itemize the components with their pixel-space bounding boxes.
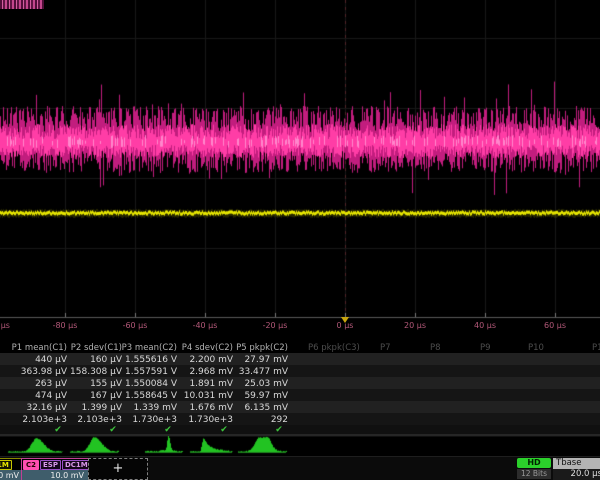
param-value: 167 µV (90, 391, 122, 401)
channel-c2-name-badge: C2 (23, 460, 39, 470)
time-axis-label: -40 µs (193, 321, 218, 330)
param-value: 33.477 mV (239, 367, 288, 377)
param-value: 363.98 µV (21, 367, 67, 377)
param-value: 1.676 mV (189, 403, 233, 413)
channel-c2-esp-badge: ESP (40, 460, 61, 470)
param-header-inactive[interactable]: P8 (430, 343, 441, 353)
add-trace-button[interactable]: + (88, 458, 148, 480)
resolution-bits-label: 12 Bits (517, 469, 551, 479)
param-value: 1.891 mV (189, 379, 233, 389)
param-value: 158.308 µV (70, 367, 122, 377)
timebase-scale: 20.0 µs (553, 469, 600, 480)
time-axis-label: 20 µs (404, 321, 426, 330)
param-header-inactive[interactable]: P10 (528, 343, 544, 353)
hd-mode-badge[interactable]: HD (517, 458, 551, 468)
channel-c1-header: C1 DC1M (0, 459, 23, 470)
param-value: 263 µV (35, 379, 67, 389)
param-value: 1.558645 V (125, 391, 177, 401)
param-value: 1.557591 V (125, 367, 177, 377)
param-header[interactable]: P1 mean(C1) (12, 343, 67, 353)
param-value: 6.135 mV (244, 403, 288, 413)
param-value: 1.550084 V (125, 379, 177, 389)
channel-c1-scale: 10.0 mV (0, 470, 23, 480)
param-value: 32.16 µV (26, 403, 67, 413)
param-header[interactable]: P5 pkpk(C2) (236, 343, 288, 353)
param-value: 59.97 mV (244, 391, 288, 401)
time-axis-label: -20 µs (263, 321, 288, 330)
measure-table: P1 mean(C1) 440 µV 363.98 µV 263 µV 474 µV 32… (0, 340, 600, 436)
param-value: 1.730e+3 (132, 415, 177, 425)
timebase-title: Tbase (553, 458, 600, 469)
oscilloscope-screen: -100 µs-80 µs-60 µs-40 µs-20 µs0 µs20 µs… (0, 0, 600, 480)
param-value: 155 µV (90, 379, 122, 389)
param-value: 2.103e+3 (22, 415, 67, 425)
param-value: 474 µV (35, 391, 67, 401)
time-axis-label: -60 µs (123, 321, 148, 330)
bottom-bar: C1 DC1M 10.0 mV C2 ESP DC1M 10.0 mV + HD… (0, 456, 600, 480)
param-value: 1.555616 V (125, 355, 177, 365)
param-value: 292 (271, 415, 288, 425)
param-value: 25.03 mV (244, 379, 288, 389)
param-header[interactable]: P4 sdev(C2) (182, 343, 233, 353)
time-axis: -100 µs-80 µs-60 µs-40 µs-20 µs0 µs20 µs… (0, 321, 600, 333)
channel-c2-header: C2 ESP DC1M (22, 459, 88, 470)
param-value: 440 µV (35, 355, 67, 365)
param-value: 10.031 mV (184, 391, 233, 401)
param-value: 1.339 mV (133, 403, 177, 413)
param-value: 27.97 mV (244, 355, 288, 365)
time-axis-label: 60 µs (544, 321, 566, 330)
param-value: 1.399 µV (81, 403, 122, 413)
param-header-inactive[interactable]: P9 (480, 343, 491, 353)
param-header[interactable]: P2 sdev(C1) (71, 343, 122, 353)
channel-c2-descriptor[interactable]: C2 ESP DC1M 10.0 mV (21, 458, 89, 480)
param-header[interactable]: P3 mean(C2) (122, 343, 177, 353)
param-value: 2.968 mV (189, 367, 233, 377)
param-header-inactive[interactable]: P6 pkpk(C3) (308, 343, 360, 353)
channel-c1-coupling-badge: DC1M (0, 460, 12, 470)
param-header-inactive[interactable]: P11 (592, 343, 600, 353)
trigger-time-marker-icon[interactable] (341, 317, 349, 323)
time-axis-label: 40 µs (474, 321, 496, 330)
param-header-inactive[interactable]: P7 (380, 343, 391, 353)
time-axis-label: -100 µs (0, 321, 10, 330)
channel-c2-scale: 10.0 mV (22, 470, 88, 480)
measurement-histicons (0, 436, 600, 456)
timebase-descriptor[interactable]: Tbase 20.0 µs (553, 458, 600, 480)
param-value: 1.730e+3 (188, 415, 233, 425)
waveform-display[interactable] (0, 0, 600, 338)
param-value: 160 µV (90, 355, 122, 365)
param-value: 2.103e+3 (77, 415, 122, 425)
trace-label-badge (0, 0, 44, 9)
channel-c2-coupling-badge: DC1M (62, 460, 91, 470)
param-value: 2.200 mV (189, 355, 233, 365)
time-axis-label: -80 µs (53, 321, 78, 330)
